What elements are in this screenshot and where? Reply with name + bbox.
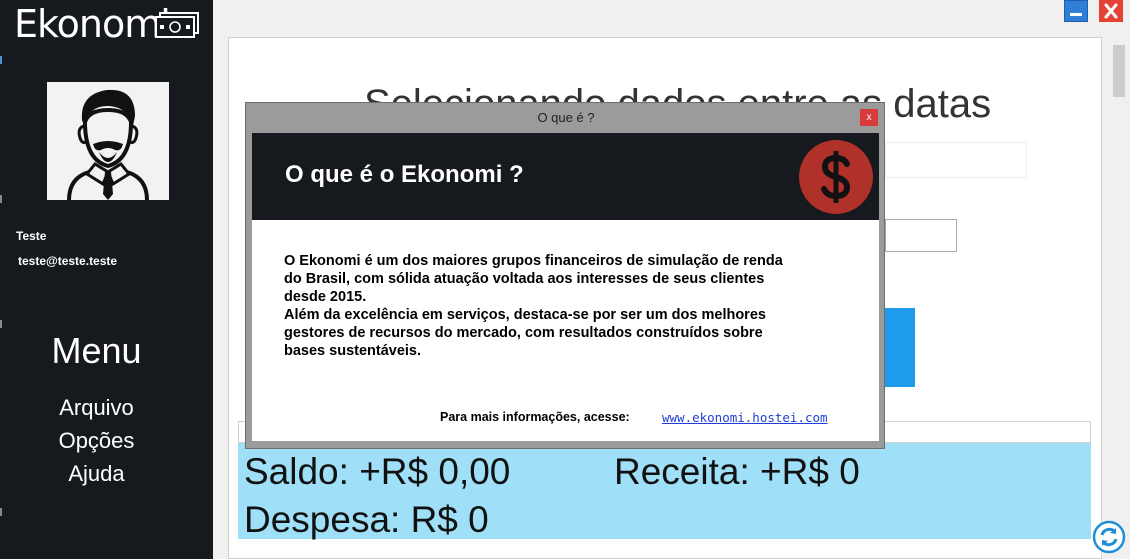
dialog-close-button[interactable]: x bbox=[860, 109, 878, 126]
dialog-heading: O que é o Ekonomi ? bbox=[285, 161, 524, 188]
edge-marker bbox=[0, 195, 2, 203]
sidebar: Ekonomi Teste teste@teste.teste Menu Arq… bbox=[0, 0, 213, 559]
about-dialog: O que é ? x O que é o Ekonomi ? O Ekonom… bbox=[245, 102, 885, 449]
date-field-end[interactable] bbox=[885, 219, 957, 252]
body-line: gestores de recursos do mercado, com res… bbox=[284, 325, 763, 341]
dialog-title: O que é ? bbox=[537, 110, 595, 125]
saldo-value: Saldo: +R$ 0,00 bbox=[244, 451, 511, 492]
summary-panel: Saldo: +R$ 0,00 Receita: +R$ 0 Despesa: … bbox=[238, 443, 1091, 540]
dialog-header: O que é o Ekonomi ? bbox=[252, 133, 879, 220]
despesa-value: Despesa: R$ 0 bbox=[244, 499, 489, 540]
edge-marker bbox=[0, 56, 2, 64]
dialog-body: O Ekonomi é um dos maiores grupos financ… bbox=[252, 220, 879, 441]
body-line: desde 2015. bbox=[284, 289, 367, 305]
user-name: Teste bbox=[16, 229, 47, 243]
search-button[interactable] bbox=[885, 308, 915, 387]
scrollbar-thumb[interactable] bbox=[1113, 45, 1125, 97]
body-line: O Ekonomi é um dos maiores grupos financ… bbox=[284, 253, 783, 269]
menu-item-opcoes[interactable]: Opções bbox=[0, 428, 193, 454]
user-avatar-icon bbox=[67, 89, 149, 201]
more-info-link[interactable]: www.ekonomi.hostei.com bbox=[662, 410, 828, 425]
close-button[interactable] bbox=[1099, 0, 1123, 22]
minimize-button[interactable] bbox=[1064, 0, 1088, 22]
receita-value: Receita: +R$ 0 bbox=[614, 451, 860, 492]
edge-marker bbox=[0, 320, 2, 328]
avatar bbox=[47, 82, 169, 201]
menu-item-arquivo[interactable]: Arquivo bbox=[0, 395, 193, 421]
body-line: bases sustentáveis. bbox=[284, 343, 422, 359]
brand-logo-text: Ekonomi bbox=[14, 2, 171, 46]
close-icon bbox=[1104, 3, 1118, 19]
date-field-start[interactable] bbox=[885, 142, 1027, 178]
menu-title: Menu bbox=[51, 330, 142, 371]
money-icon bbox=[155, 12, 199, 38]
refresh-icon[interactable] bbox=[1092, 520, 1126, 554]
dollar-icon bbox=[799, 140, 873, 214]
edge-marker bbox=[0, 508, 2, 516]
vertical-scrollbar[interactable] bbox=[1111, 43, 1127, 543]
user-email: teste@teste.teste bbox=[18, 254, 118, 268]
more-info-label: Para mais informações, acesse: bbox=[440, 410, 630, 424]
body-line: Além da excelência em serviços, destaca-… bbox=[284, 307, 766, 323]
menu-item-ajuda[interactable]: Ajuda bbox=[0, 461, 193, 487]
body-line: do Brasil, com sólida atuação voltada ao… bbox=[284, 271, 765, 287]
minimize-icon bbox=[1070, 13, 1082, 16]
